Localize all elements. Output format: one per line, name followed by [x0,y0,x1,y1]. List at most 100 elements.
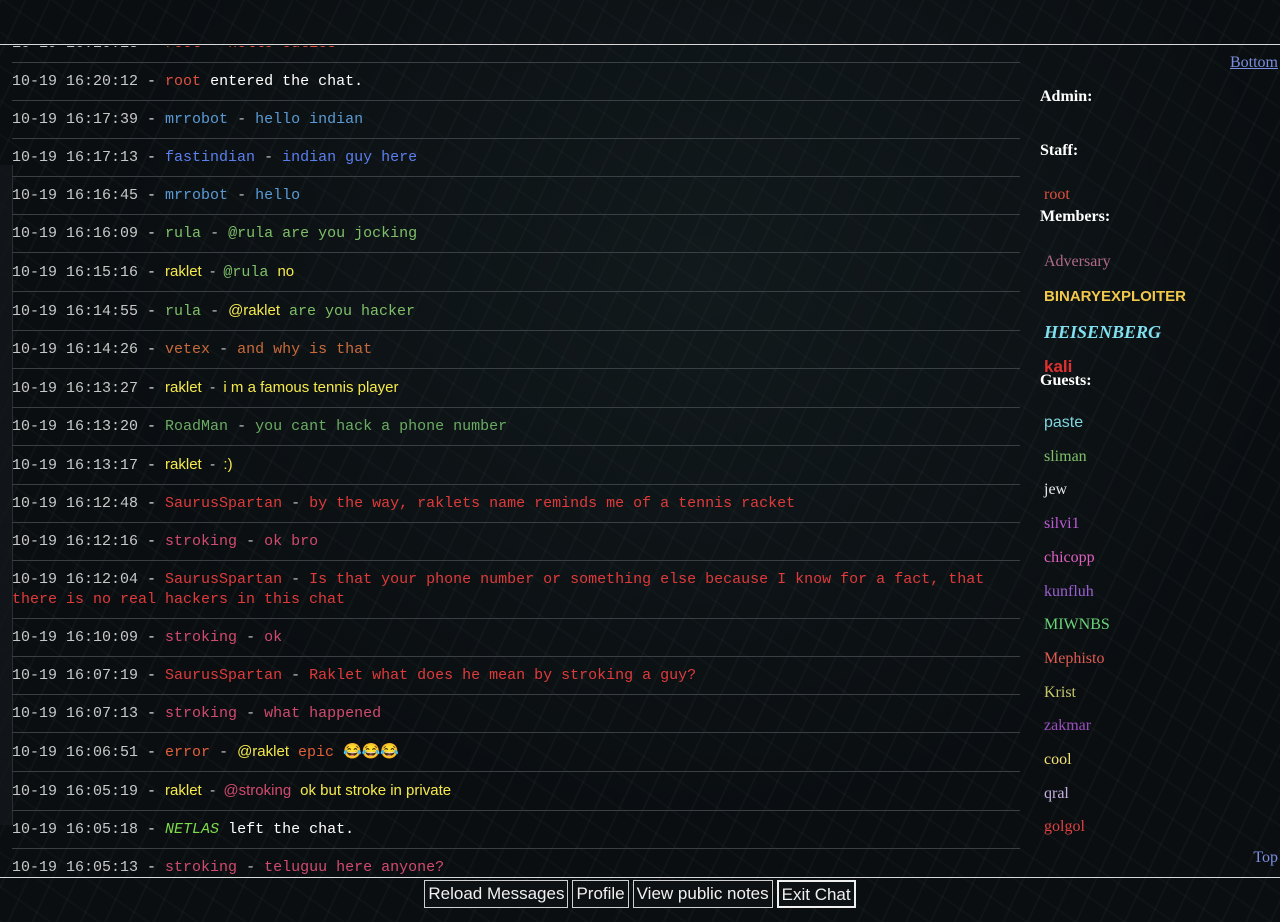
message-row: 10-19 16:15:16 - raklet - @rula no [12,253,1020,292]
message-timestamp: 10-19 16:13:17 [12,457,139,474]
message-row: 10-19 16:12:04 - SaurusSpartan - Is that… [12,561,1020,619]
message-username[interactable]: raklet [165,379,202,396]
members-user-adversary[interactable]: Adversary [1044,253,1111,271]
message-separator: - [282,495,310,512]
message-text: ok but stroke in private [300,782,452,799]
members-user-kali[interactable]: kali [1044,357,1072,377]
message-text: entered the chat. [210,73,364,90]
guests-user-miwnbs[interactable]: MIWNBS [1044,616,1110,634]
message-username[interactable]: stroking [165,705,237,722]
message-timestamp: 10-19 16:14:55 [12,303,139,320]
guests-user-kunfluh[interactable]: kunfluh [1044,583,1094,601]
members-user-binaryexploiter[interactable]: BINARYEXPLOITER [1044,288,1186,305]
message-timestamp: 10-19 16:16:09 [12,225,139,242]
top-divider [0,44,1280,45]
message-separator: - [237,533,265,550]
message-timestamp: 10-19 16:20:12 [12,73,139,90]
bottom-divider [0,877,1280,878]
message-username[interactable]: mrrobot [165,111,228,128]
message-row: 10-19 16:12:16 - stroking - ok bro [12,523,1020,561]
message-mention: @rula [223,264,269,281]
guests-user-golgol[interactable]: golgol [1044,818,1085,836]
message-mention: @raklet [228,302,280,319]
profile-button[interactable]: Profile [572,880,629,908]
guests-user-silvi1[interactable]: silvi1 [1044,515,1080,533]
message-list[interactable]: 10-19 16:20:18 - root - hello cuties10-1… [12,46,1020,876]
view-public-notes-button[interactable]: View public notes [632,880,773,908]
bottom-link[interactable]: Bottom [1230,54,1278,72]
message-username[interactable]: SaurusSpartan [165,571,282,588]
message-row: 10-19 16:10:09 - stroking - ok [12,619,1020,657]
message-row: 10-19 16:17:39 - mrrobot - hello indian [12,101,1020,139]
message-timestamp: 10-19 16:14:26 [12,341,139,358]
message-text: are you hacker [289,303,416,320]
message-timestamp: 10-19 16:13:27 [12,380,139,397]
message-separator: - [228,111,256,128]
message-row: 10-19 16:20:18 - root - hello cuties [12,46,1020,63]
message-separator: - [201,456,224,473]
message-username[interactable]: raklet [165,782,202,799]
message-row: 10-19 16:13:17 - raklet - :) [12,446,1020,485]
message-timestamp: 10-19 16:12:48 [12,495,139,512]
message-separator: - [210,341,238,358]
staff-heading: Staff: [1040,142,1079,159]
message-row: 10-19 16:07:19 - SaurusSpartan - Raklet … [12,657,1020,695]
message-username[interactable]: rula [165,225,201,242]
message-timestamp: 10-19 16:20:18 [12,46,138,52]
message-username[interactable]: NETLAS [165,821,219,838]
guests-user-jew[interactable]: jew [1044,481,1067,499]
message-username[interactable]: raklet [165,263,202,280]
message-username[interactable]: vetex [165,341,210,358]
message-separator: - [201,46,228,52]
message-row: 10-19 16:14:26 - vetex - and why is that [12,331,1020,369]
message-row: 10-19 16:13:27 - raklet - i m a famous t… [12,369,1020,408]
message-username[interactable]: root [165,46,201,52]
message-text: i m a famous tennis player [223,379,399,396]
message-username[interactable]: RoadMan [165,418,228,435]
guests-user-krist[interactable]: Krist [1044,684,1076,702]
top-link[interactable]: Top [1253,849,1278,867]
message-row: 10-19 16:05:19 - raklet - @stroking ok b… [12,772,1020,811]
guests-user-qral[interactable]: qral [1044,785,1069,803]
reload-messages-button[interactable]: Reload Messages [424,880,569,908]
message-text: @rula are you jocking [228,225,418,242]
message-username[interactable]: fastindian [165,149,255,166]
members-user-heisenberg[interactable]: HEISENBERG [1044,322,1161,343]
message-timestamp: 10-19 16:07:19 [12,667,139,684]
message-username[interactable]: stroking [165,859,237,876]
message-text: ok [264,629,283,646]
message-row: 10-19 16:16:45 - mrrobot - hello [12,177,1020,215]
message-text: ok bro [264,533,319,550]
message-timestamp: 10-19 16:05:13 [12,859,139,876]
message-text: what happened [264,705,382,722]
user-list-sidebar: Bottom Admin: Staff: Members: Guests: ro… [1020,46,1280,876]
message-username[interactable]: rula [165,303,201,320]
message-username[interactable]: stroking [165,629,237,646]
guests-user-cool[interactable]: cool [1044,751,1072,769]
guests-user-sliman[interactable]: sliman [1044,448,1087,466]
message-username[interactable]: SaurusSpartan [165,667,282,684]
message-username[interactable]: error [165,744,210,761]
message-username[interactable]: root [165,73,201,90]
message-username[interactable]: stroking [165,533,237,550]
message-username[interactable]: mrrobot [165,187,228,204]
message-text: left the chat. [228,821,355,838]
staff-user-root[interactable]: root [1044,186,1070,204]
message-timestamp: 10-19 16:05:18 [12,821,139,838]
message-separator: - [201,263,224,280]
message-separator: - [201,379,224,396]
exit-chat-button[interactable]: Exit Chat [776,880,856,908]
guests-user-mephisto[interactable]: Mephisto [1044,650,1104,668]
message-username[interactable]: raklet [165,456,202,473]
message-text: no [277,263,295,280]
message-row: 10-19 16:06:51 - error - @raklet epic 😂😂… [12,733,1020,772]
members-heading: Members: [1040,208,1111,225]
admin-heading: Admin: [1040,88,1093,105]
guests-user-zakmar[interactable]: zakmar [1044,717,1091,735]
message-text: hello [255,187,301,204]
guests-user-chicopp[interactable]: chicopp [1044,549,1095,567]
guests-user-paste[interactable]: paste [1044,414,1083,432]
message-row: 10-19 16:13:20 - RoadMan - you cant hack… [12,408,1020,446]
message-row: 10-19 16:05:18 - NETLAS left the chat. [12,811,1020,849]
message-username[interactable]: SaurusSpartan [165,495,282,512]
